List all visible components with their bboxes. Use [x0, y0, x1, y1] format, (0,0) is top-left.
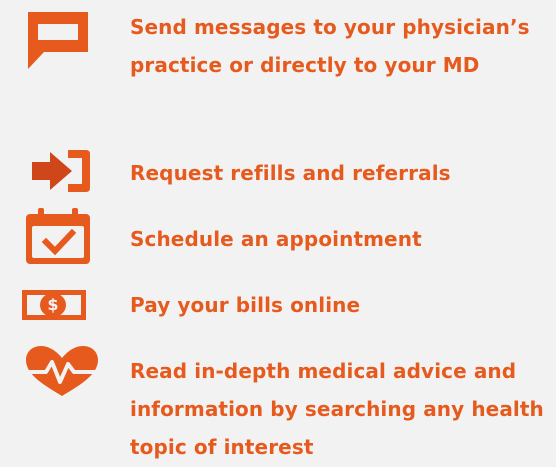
feature-bills-text: Pay your bills online	[130, 293, 361, 317]
dollar-bill-icon: $	[22, 290, 86, 320]
calendar-check-icon	[26, 208, 90, 264]
patient-portal-features: Send messages to your physician’s practi…	[0, 0, 556, 467]
arrow-into-door-icon	[32, 150, 90, 192]
chat-bubble-icon	[28, 12, 88, 69]
feature-messages-text: Send messages to your physician’s practi…	[130, 15, 530, 77]
dollar-sign: $	[47, 295, 59, 314]
feature-refills-text: Request refills and referrals	[130, 161, 451, 185]
heart-pulse-icon	[22, 346, 102, 396]
feature-advice-text: Read in-depth medical advice and informa…	[130, 359, 544, 459]
feature-appointment-text: Schedule an appointment	[130, 227, 422, 251]
